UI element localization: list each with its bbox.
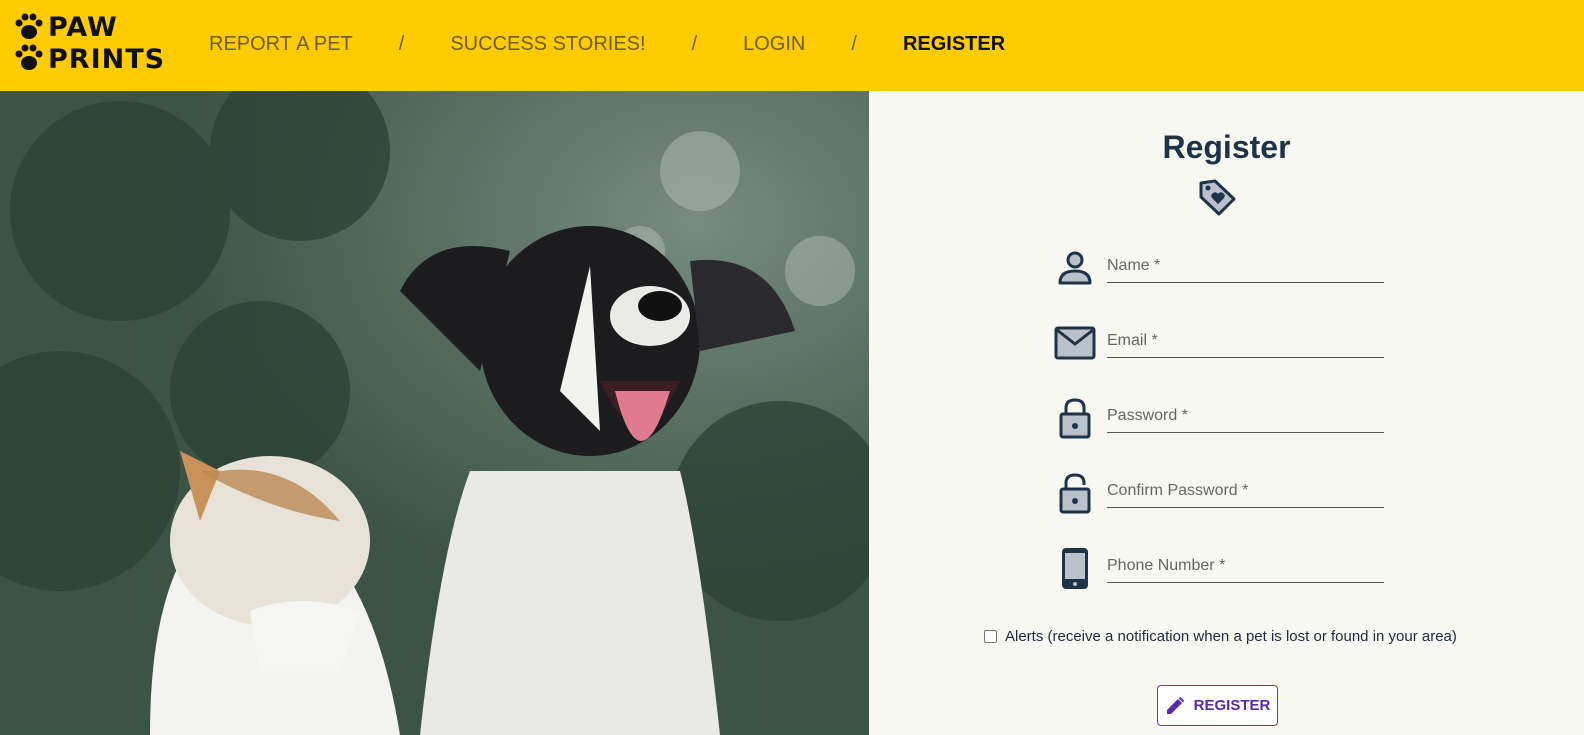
logo-line-1: PAW [48, 12, 118, 43]
tag-heart-icon [1199, 179, 1236, 216]
password-field-underline [1107, 432, 1384, 433]
name-field[interactable]: Name * [1054, 247, 1384, 289]
pencil-icon [1166, 696, 1184, 714]
mail-icon [1054, 326, 1096, 360]
alerts-option[interactable]: Alerts (receive a notification when a pe… [984, 628, 1457, 645]
nav-register[interactable]: REGISTER [903, 33, 1005, 56]
register-button[interactable]: REGISTER [1157, 685, 1278, 726]
top-bar: PAW PRINTS REPORT A PET / SUCCESS STORIE… [0, 0, 1584, 91]
phone-number-field[interactable]: Phone Number * [1054, 547, 1384, 589]
email-field-underline [1107, 357, 1384, 358]
unlock-icon [1059, 473, 1091, 514]
logo-line-2: PRINTS [48, 44, 166, 75]
nav-separator: / [691, 33, 698, 55]
confirm-password-field[interactable]: Confirm Password * [1054, 472, 1384, 514]
phone-number-field-label: Phone Number * [1107, 557, 1226, 574]
lock-icon [1059, 398, 1091, 439]
phone-number-field-underline [1107, 582, 1384, 583]
nav-separator: / [851, 33, 857, 55]
alerts-checkbox[interactable] [984, 630, 997, 643]
nav-success-stories[interactable]: SUCCESS STORIES! [450, 33, 645, 56]
nav-login[interactable]: LOGIN [743, 33, 805, 56]
hero-image-dog-and-cat [0, 91, 869, 735]
password-field[interactable]: Password * [1054, 397, 1384, 439]
name-field-underline [1107, 282, 1384, 283]
paw-prints-logo[interactable]: PAW PRINTS [14, 12, 164, 78]
confirm-password-field-label: Confirm Password * [1107, 482, 1249, 499]
person-icon [1058, 251, 1092, 285]
nav-report-a-pet[interactable]: REPORT A PET [209, 33, 353, 56]
main-nav: REPORT A PET / SUCCESS STORIES! / LOGIN … [209, 33, 1005, 56]
phone-icon [1062, 548, 1088, 589]
email-field-label: Email * [1107, 332, 1158, 349]
paw-icon [15, 13, 43, 70]
email-field[interactable]: Email * [1054, 322, 1384, 364]
page-title: Register [1162, 129, 1291, 165]
register-button-label: REGISTER [1193, 697, 1271, 714]
name-field-label: Name * [1107, 257, 1161, 274]
confirm-password-field-underline [1107, 507, 1384, 508]
alerts-checkbox-label: Alerts (receive a notification when a pe… [1005, 628, 1457, 645]
nav-separator: / [398, 33, 405, 55]
register-panel: Register Name * Email * Password * Confi… [869, 91, 1584, 735]
password-field-label: Password * [1107, 407, 1188, 424]
